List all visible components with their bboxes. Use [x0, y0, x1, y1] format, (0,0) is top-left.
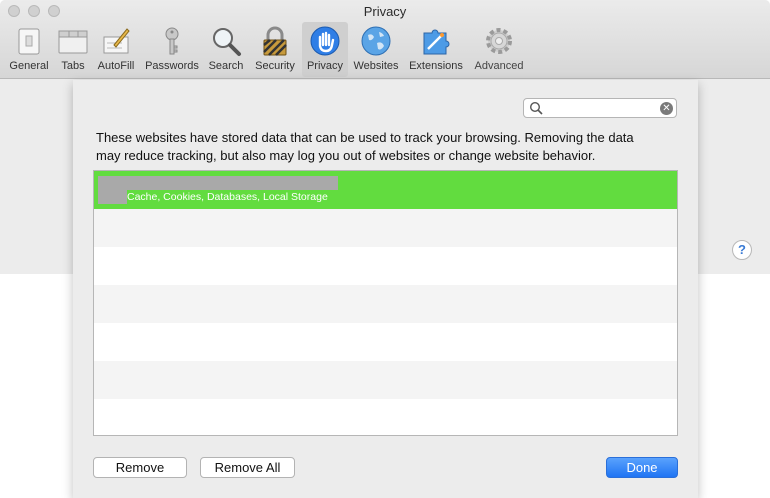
remove-all-button[interactable]: Remove All — [200, 457, 295, 478]
titlebar: Privacy General Tabs AutoFill Passwords … — [0, 0, 770, 79]
tab-security[interactable]: Security — [250, 22, 300, 77]
tab-extensions-label: Extensions — [409, 60, 463, 72]
tab-general-label: General — [9, 60, 49, 72]
clear-search-icon[interactable]: ✕ — [660, 102, 673, 115]
search-field[interactable]: ✕ — [523, 98, 677, 118]
window-title: Privacy — [363, 4, 407, 19]
padlock-icon — [263, 26, 287, 56]
list-item — [94, 399, 677, 435]
list-item — [94, 361, 677, 399]
site-data-types: Cache, Cookies, Databases, Local Storage — [127, 191, 328, 203]
list-item — [94, 209, 677, 247]
tab-privacy[interactable]: Privacy — [302, 22, 348, 77]
done-button[interactable]: Done — [606, 457, 678, 478]
magnifier-icon — [529, 101, 543, 115]
tab-websites-label: Websites — [353, 60, 399, 72]
search-icon — [213, 28, 241, 56]
description-text: These websites have stored data that can… — [96, 129, 686, 165]
tab-passwords-label: Passwords — [145, 60, 199, 72]
tab-tabs-label: Tabs — [61, 60, 85, 72]
tab-general[interactable]: General — [4, 22, 54, 77]
description-line-2: may reduce tracking, but also may log yo… — [96, 148, 596, 163]
manage-website-data-sheet: ✕ These websites have stored data that c… — [73, 80, 698, 498]
general-icon — [18, 28, 40, 55]
list-item — [94, 285, 677, 323]
tab-search-label: Search — [208, 60, 244, 72]
description-line-1: These websites have stored data that can… — [96, 130, 634, 145]
tab-search[interactable]: Search — [205, 22, 247, 77]
key-icon — [165, 27, 179, 55]
help-button[interactable]: ? — [732, 240, 752, 260]
puzzle-icon — [423, 29, 450, 55]
hand-icon — [310, 26, 340, 56]
website-data-list[interactable]: Cache, Cookies, Databases, Local Storage — [93, 170, 678, 436]
redacted-site-name — [98, 176, 338, 190]
tab-advanced-label: Advanced — [474, 60, 524, 72]
redacted-site-icon — [98, 190, 127, 204]
tabs-icon — [58, 30, 88, 54]
tab-tabs[interactable]: Tabs — [56, 22, 90, 77]
gear-icon — [486, 28, 512, 54]
tab-privacy-label: Privacy — [306, 60, 344, 72]
tab-autofill-label: AutoFill — [97, 60, 135, 72]
list-item-selected[interactable]: Cache, Cookies, Databases, Local Storage — [94, 171, 677, 209]
tab-passwords[interactable]: Passwords — [142, 22, 202, 77]
autofill-icon — [103, 28, 130, 54]
tab-autofill[interactable]: AutoFill — [94, 22, 138, 77]
list-item — [94, 323, 677, 361]
tab-extensions[interactable]: Extensions — [405, 22, 467, 77]
globe-icon — [361, 26, 391, 56]
list-item — [94, 247, 677, 285]
tab-security-label: Security — [255, 60, 295, 72]
tab-advanced[interactable]: Advanced — [470, 22, 528, 77]
remove-button[interactable]: Remove — [93, 457, 187, 478]
tab-websites[interactable]: Websites — [350, 22, 402, 77]
